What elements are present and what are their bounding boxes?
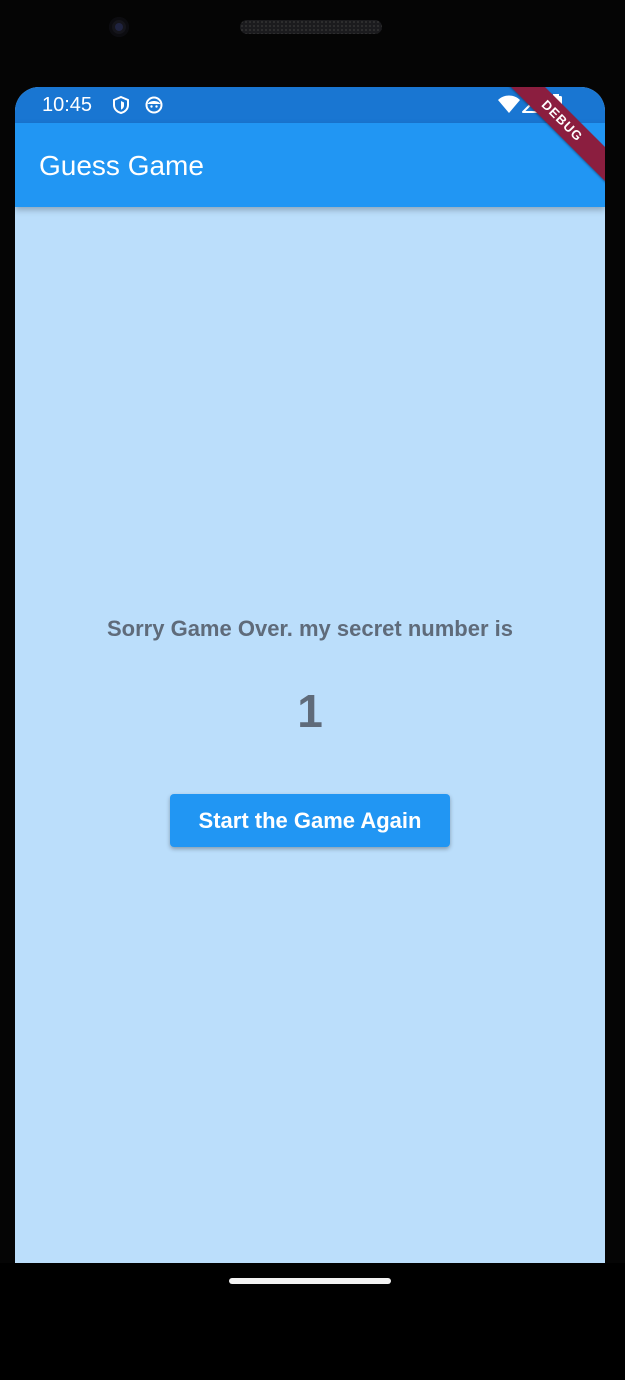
status-time: 10:45 (42, 94, 93, 116)
shield-icon (111, 95, 131, 115)
game-over-panel: Sorry Game Over. my secret number is 1 S… (15, 207, 605, 1263)
front-camera (109, 17, 129, 37)
app-title: Guess Game (39, 150, 204, 181)
home-indicator[interactable] (229, 1278, 391, 1284)
game-over-message: Sorry Game Over. my secret number is (107, 616, 513, 641)
navigation-bar (0, 1263, 625, 1380)
earpiece-speaker (240, 20, 382, 34)
wifi-icon (497, 94, 521, 114)
face-icon (144, 95, 164, 115)
secret-number: 1 (297, 685, 323, 737)
app-bar: Guess Game (15, 123, 605, 207)
app-screen: 10:45 Guess Game DEBUG Sorry Game Over. … (15, 87, 605, 1263)
start-game-again-button[interactable]: Start the Game Again (170, 794, 450, 847)
phone-device: 10:45 Guess Game DEBUG Sorry Game Over. … (0, 0, 625, 1380)
